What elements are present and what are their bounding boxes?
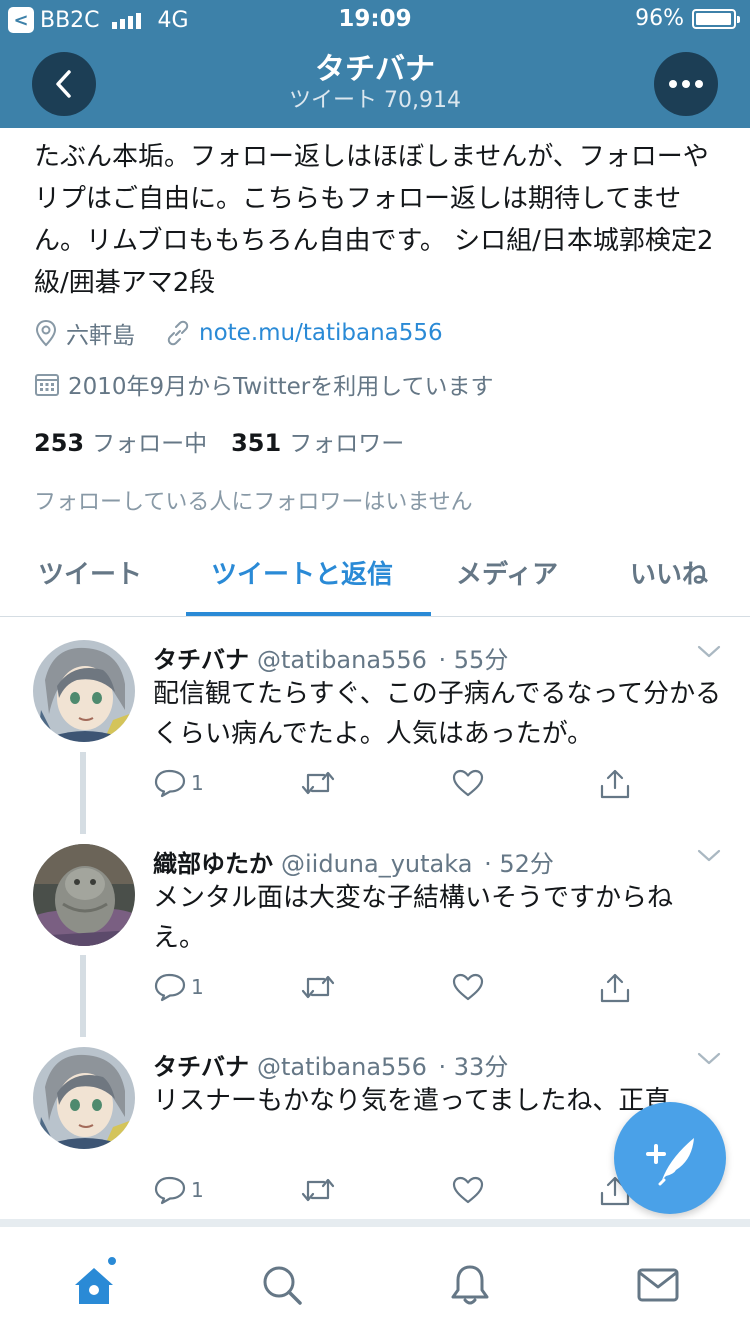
nav-messages[interactable]: [634, 1261, 682, 1309]
reply-count: 1: [191, 975, 204, 999]
heart-icon: [452, 973, 484, 1001]
share-icon: [600, 769, 630, 799]
followers-label: フォロワー: [289, 431, 405, 457]
tweet-time: · 55分: [438, 646, 509, 674]
more-button[interactable]: [654, 52, 718, 116]
following-label: フォロー中: [92, 431, 208, 457]
tweet-text: 配信観てたらすぐ、この子病んでるなって分かるくらい病んでたよ。人気はあったが。: [153, 679, 722, 749]
profile-meta-row: 六軒島 note.mu/tatibana556: [34, 316, 443, 350]
reply-button[interactable]: 1: [153, 972, 204, 1002]
tweet-item[interactable]: タチバナ @tatibana556 · 55分 配信観てたらすぐ、この子病んでるな…: [0, 618, 750, 818]
followers-count: 351: [231, 429, 282, 457]
author-name[interactable]: タチバナ: [153, 1053, 249, 1081]
retweet-button[interactable]: [300, 972, 336, 1002]
tab-likes[interactable]: いいね: [630, 554, 708, 591]
joined-row: 2010年9月からTwitterを利用しています: [34, 367, 494, 401]
status-bar: < BB2C 4G 19:09 96%: [0, 0, 750, 40]
nav-search[interactable]: [258, 1261, 306, 1309]
ellipsis-icon: [669, 80, 703, 88]
retweet-icon: [301, 1178, 335, 1202]
author-handle: @tatibana556: [257, 646, 427, 674]
tweet-actions: 1: [153, 1175, 633, 1211]
tab-tweets-and-replies[interactable]: ツイートと返信: [211, 554, 393, 591]
heart-icon: [452, 1176, 484, 1204]
avatar[interactable]: [33, 844, 135, 946]
tweet-text: メンタル面は大変な子結構いそうですからねえ。: [153, 883, 674, 953]
retweet-button[interactable]: [300, 1175, 336, 1205]
home-icon: [75, 1268, 113, 1304]
reply-icon: [154, 769, 186, 798]
author-handle: @tatibana556: [257, 1053, 427, 1081]
compose-tweet-button[interactable]: [614, 1102, 726, 1214]
mutual-followers-note: フォローしている人にフォロワーはいません: [34, 490, 473, 515]
search-icon: [263, 1266, 302, 1305]
reply-button[interactable]: 1: [153, 1175, 204, 1205]
share-button[interactable]: [598, 768, 632, 800]
new-content-dot: [106, 1255, 118, 1267]
profile-location: 六軒島: [66, 323, 135, 349]
tweet-item[interactable]: 織部ゆたか @iiduna_yutaka · 52分 メンタル面は大変な子結構いそ…: [0, 822, 750, 1022]
profile-tabs: ツイート ツイートと返信 メディア いいね: [0, 540, 750, 617]
retweet-button[interactable]: [300, 768, 336, 798]
notifications-icon: [451, 1265, 489, 1305]
active-tab-indicator: [186, 612, 431, 616]
author-name[interactable]: 織部ゆたか: [153, 850, 273, 878]
reply-count: 1: [191, 1178, 204, 1202]
retweet-icon: [301, 975, 335, 999]
battery-percent: 96%: [635, 6, 684, 31]
avatar[interactable]: [33, 1047, 135, 1149]
calendar-icon: [34, 371, 60, 397]
tab-media[interactable]: メディア: [456, 554, 558, 591]
profile-header: < BB2C 4G 19:09 96% タチバナ ツイート 70,914: [0, 0, 750, 128]
link-icon: [165, 320, 191, 346]
chevron-down-icon[interactable]: [696, 644, 722, 664]
like-button[interactable]: [451, 1175, 485, 1205]
share-icon: [600, 973, 630, 1003]
tweet-header: タチバナ @tatibana556 · 33分: [153, 1047, 508, 1082]
chevron-down-icon[interactable]: [696, 1051, 722, 1071]
tweet-header: 織部ゆたか @iiduna_yutaka · 52分: [153, 844, 554, 879]
tweet-time: · 33分: [438, 1053, 509, 1081]
joined-date: 2010年9月からTwitterを利用しています: [68, 374, 494, 400]
tweet-time: · 52分: [484, 850, 554, 878]
location-icon: [34, 319, 58, 347]
reply-icon: [154, 973, 186, 1002]
tweet-header: タチバナ @tatibana556 · 55分: [153, 640, 508, 675]
retweet-icon: [301, 771, 335, 795]
reply-icon: [154, 1176, 186, 1205]
followers-link[interactable]: 351 フォロワー: [231, 424, 404, 458]
heart-icon: [452, 769, 484, 797]
tweet-count: ツイート 70,914: [289, 88, 461, 113]
compose-feather-icon: [646, 1138, 694, 1186]
nav-home[interactable]: [70, 1255, 118, 1309]
nav-notifications[interactable]: [446, 1261, 494, 1309]
chevron-down-icon[interactable]: [696, 848, 722, 868]
author-name[interactable]: タチバナ: [153, 646, 249, 674]
tweet-actions: 1: [153, 768, 633, 804]
following-link[interactable]: 253 フォロー中: [34, 424, 207, 458]
battery-icon: [692, 8, 740, 29]
messages-icon: [637, 1268, 679, 1302]
battery-status: 96%: [635, 6, 740, 31]
profile-bio: たぶん本垢。フォロー返しはほぼしませんが、フォローやリプはご自由に。こちらもフォ…: [34, 142, 714, 298]
tab-tweets[interactable]: ツイート: [38, 554, 142, 591]
share-button[interactable]: [598, 972, 632, 1004]
following-count: 253: [34, 429, 85, 457]
profile-link[interactable]: note.mu/tatibana556: [199, 320, 443, 346]
bottom-navigation: [0, 1219, 750, 1334]
reply-button[interactable]: 1: [153, 768, 204, 798]
follow-stats: 253 フォロー中 351 フォロワー: [34, 424, 404, 458]
like-button[interactable]: [451, 972, 485, 1002]
like-button[interactable]: [451, 768, 485, 798]
reply-count: 1: [191, 771, 204, 795]
tweet-actions: 1: [153, 972, 633, 1008]
author-handle: @iiduna_yutaka: [281, 850, 473, 878]
avatar[interactable]: [33, 640, 135, 742]
